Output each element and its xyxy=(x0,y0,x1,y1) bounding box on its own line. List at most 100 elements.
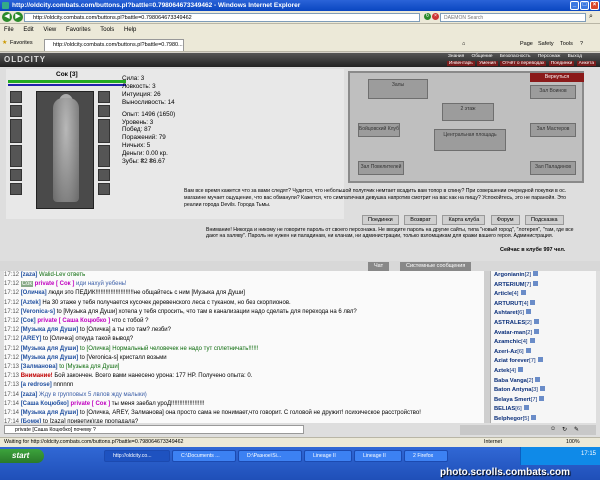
online-player[interactable]: Azeri-Az[6] xyxy=(491,347,596,358)
task-firefox[interactable]: 2 Firefox xyxy=(404,450,448,462)
player-info-icon[interactable] xyxy=(539,395,545,401)
player-name[interactable]: Baton Antyna xyxy=(494,387,531,393)
player-name[interactable]: Aziat forever xyxy=(494,358,529,364)
character-avatar[interactable] xyxy=(36,91,94,209)
online-player[interactable]: ARTERIUM[7] xyxy=(491,280,596,291)
player-info-icon[interactable] xyxy=(535,376,541,382)
player-name[interactable]: ARTERIUM xyxy=(494,282,525,288)
player-info-icon[interactable] xyxy=(537,357,543,363)
nav-exit[interactable]: Выход xyxy=(568,54,582,59)
close-button[interactable]: × xyxy=(590,1,599,10)
map-place-masters-hall[interactable]: Зал Мастеров xyxy=(530,123,576,137)
belt-slot[interactable] xyxy=(10,169,22,181)
earring-slot[interactable] xyxy=(98,91,110,103)
bracer-slot[interactable] xyxy=(98,105,110,117)
task-ie[interactable]: http://oldcity.co... xyxy=(104,450,170,462)
club-map-button[interactable]: Карта клуба xyxy=(442,215,486,225)
online-player[interactable]: BELIAS[6] xyxy=(491,405,596,415)
map-place-hall[interactable]: Залы xyxy=(368,79,428,99)
forward-icon[interactable]: ▶ xyxy=(13,12,23,22)
star-icon[interactable]: ★ xyxy=(2,39,7,46)
zoom-level[interactable]: 100% xyxy=(566,438,580,447)
online-player[interactable]: Ashtaret[6] xyxy=(491,309,596,319)
clock[interactable]: 17:15 xyxy=(581,451,596,457)
online-player[interactable]: Belaya Smert[7] xyxy=(491,395,596,406)
chat-nick[interactable]: [Музыка для Души] xyxy=(21,355,79,361)
favorites-button[interactable]: Favorites xyxy=(10,40,33,46)
chat-private-tag[interactable]: private [ Сок ] xyxy=(33,281,75,287)
chat-nick[interactable]: [a redrose] xyxy=(21,382,52,388)
back-icon[interactable]: ◀ xyxy=(2,12,12,22)
address-input[interactable]: http://oldcity.combats.com/buttons.pl?ba… xyxy=(24,13,420,22)
nav-communication[interactable]: Общение xyxy=(472,54,493,59)
online-player[interactable]: Baba Vanga[2] xyxy=(491,376,596,387)
player-name[interactable]: Article xyxy=(494,291,512,297)
tab-chat[interactable]: Чат xyxy=(368,262,390,271)
player-name[interactable]: ARTURUT xyxy=(494,301,522,307)
chat-nick[interactable]: [Залманова] xyxy=(21,364,58,370)
player-name[interactable]: Ashtaret xyxy=(494,310,518,316)
chat-nick[interactable]: [Veronica-s] xyxy=(21,309,55,315)
search-input[interactable]: DAEMON Search xyxy=(440,13,586,22)
online-player[interactable]: Aziat forever[7] xyxy=(491,357,596,367)
tab-system-messages[interactable]: Системные сообщения xyxy=(400,262,472,271)
chat-nick[interactable]: [Музыка для Души] xyxy=(21,327,79,333)
player-name[interactable]: BELIAS xyxy=(494,406,515,412)
start-button[interactable]: start xyxy=(0,449,44,463)
nav-profile[interactable]: Анкета xyxy=(576,61,596,66)
online-player[interactable]: Avatar-man[2] xyxy=(491,328,596,339)
player-name[interactable]: Argonianin xyxy=(494,272,525,278)
search-icon[interactable]: ⌕ xyxy=(589,13,593,21)
chat-nick[interactable]: [zaza] xyxy=(21,392,38,398)
online-player[interactable]: ASTRALES[2] xyxy=(491,318,596,329)
online-player[interactable]: Aztek[4] xyxy=(491,366,596,377)
window-title-bar[interactable]: http://oldcity.combats.com/buttons.pl?ba… xyxy=(0,0,600,11)
chat-private-tag[interactable]: private [ Сок ] xyxy=(69,401,110,407)
legs-slot[interactable] xyxy=(98,169,110,181)
chat-nick[interactable]: [AREY] xyxy=(21,336,42,342)
map-place-lords-hall[interactable]: Зал Повелителей xyxy=(358,161,404,175)
chat-nick[interactable]: [Музыка для Души] xyxy=(21,346,79,352)
menu-favorites[interactable]: Favorites xyxy=(66,24,91,36)
fights-button[interactable]: Поединки xyxy=(362,215,399,225)
minimize-button[interactable]: _ xyxy=(570,1,579,10)
nav-security[interactable]: Безопасность xyxy=(500,54,531,59)
player-info-icon[interactable] xyxy=(529,338,535,344)
player-info-icon[interactable] xyxy=(525,309,531,315)
player-info-icon[interactable] xyxy=(530,299,536,305)
map-place-2nd-floor[interactable]: 2 этаж xyxy=(442,103,494,121)
amulet-slot[interactable] xyxy=(10,105,22,117)
browser-tab[interactable]: http://oldcity.combats.com/buttons.pl?ba… xyxy=(44,39,184,51)
online-player[interactable]: Azamchic[4] xyxy=(491,338,596,348)
safety-menu[interactable]: Safety xyxy=(538,39,554,49)
page-menu[interactable]: Page xyxy=(520,39,533,49)
player-info-icon[interactable] xyxy=(533,318,539,324)
ring-slot[interactable] xyxy=(10,183,22,195)
player-info-icon[interactable] xyxy=(517,366,523,372)
map-place-fight-club[interactable]: Бойцовский Клуб xyxy=(358,123,400,137)
menu-file[interactable]: File xyxy=(4,24,14,36)
helmet-slot[interactable] xyxy=(10,91,22,103)
map-place-central-square[interactable]: Центральная площадь xyxy=(434,129,506,151)
menu-view[interactable]: View xyxy=(43,24,56,36)
player-name[interactable]: Belphegor xyxy=(494,416,523,422)
boots-slot[interactable] xyxy=(98,183,110,195)
player-name[interactable]: Belaya Smert xyxy=(494,397,531,403)
task-lineage-2[interactable]: Lineage II xyxy=(354,450,402,462)
task-documents[interactable]: C:\Documents ... xyxy=(172,450,236,462)
refresh-chat-icon[interactable]: ↻ xyxy=(562,426,567,433)
chat-input[interactable]: private [Саша Коцюбко] почему ? xyxy=(4,425,304,434)
player-info-icon[interactable] xyxy=(534,328,540,334)
player-name[interactable]: Aztek xyxy=(494,368,509,374)
home-icon[interactable]: ⌂ xyxy=(462,39,465,49)
nav-fights[interactable]: Поединки xyxy=(548,61,575,66)
player-name[interactable]: Azamchic xyxy=(494,339,521,345)
hint-button[interactable]: Подсказка xyxy=(525,215,564,225)
forum-button[interactable]: Форум xyxy=(490,215,520,225)
chat-nick[interactable]: [Сок] xyxy=(21,318,36,324)
chat-nick[interactable]: [Aztek] xyxy=(21,300,41,306)
stop-icon[interactable]: × xyxy=(432,13,439,20)
nav-knowledge[interactable]: Знания xyxy=(448,54,464,59)
armor-slot[interactable] xyxy=(10,145,22,167)
help-icon[interactable]: ? xyxy=(580,39,583,49)
